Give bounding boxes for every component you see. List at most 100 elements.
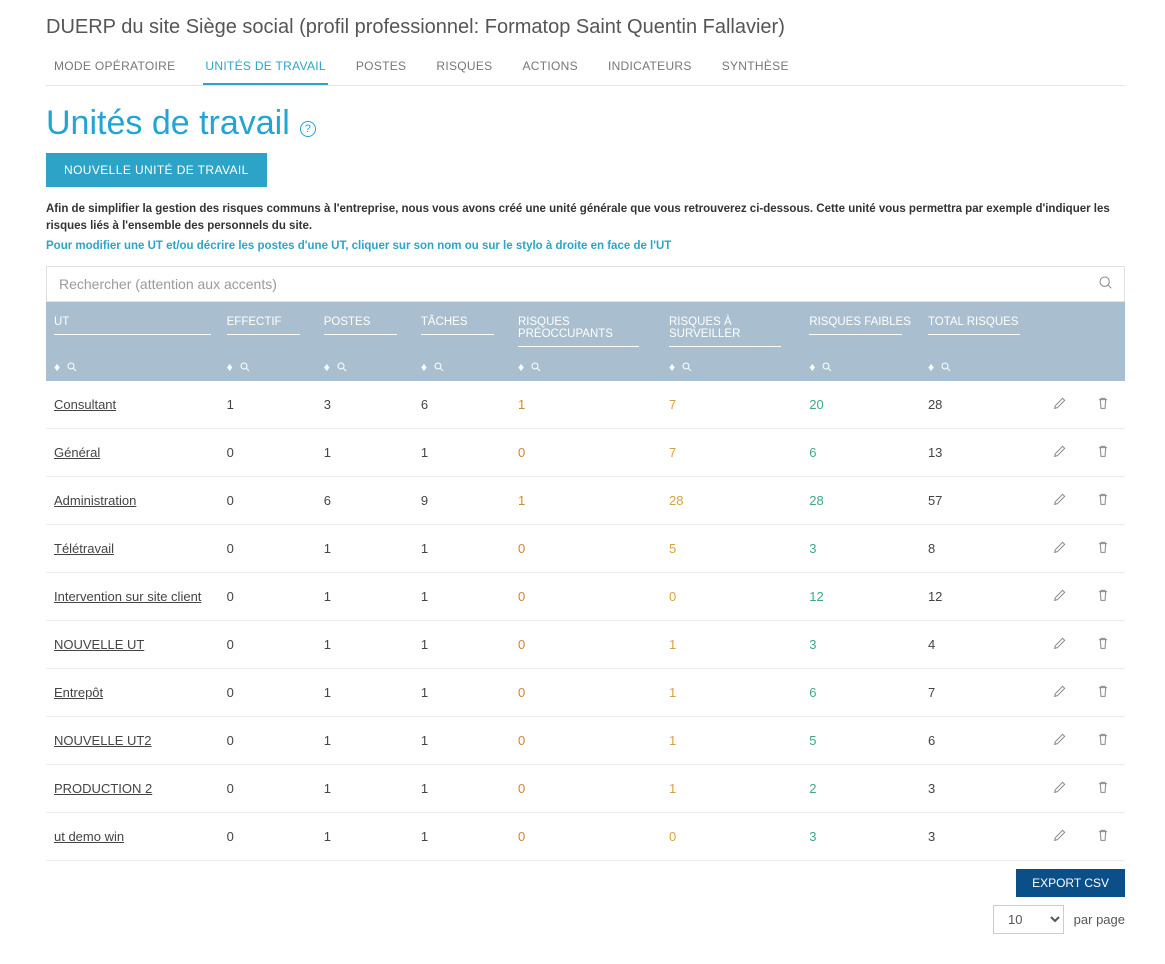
cell-postes: 3 (316, 381, 413, 429)
cell-surveiller: 1 (661, 765, 801, 813)
sort-icon[interactable]: ♦ (227, 361, 233, 373)
edit-icon[interactable] (1052, 447, 1068, 462)
unit-link[interactable]: NOUVELLE UT2 (54, 733, 152, 748)
column-search-icon[interactable] (681, 361, 693, 373)
unit-link[interactable]: Général (54, 445, 100, 460)
cell-preoccupants: 0 (510, 813, 661, 861)
page-size-select[interactable]: 10 (993, 905, 1064, 934)
cell-postes: 1 (316, 669, 413, 717)
sort-icon[interactable]: ♦ (809, 361, 815, 373)
tab-indicateurs[interactable]: INDICATEURS (606, 49, 694, 85)
column-search-icon[interactable] (336, 361, 348, 373)
cell-taches: 1 (413, 813, 510, 861)
cell-total: 7 (920, 669, 1039, 717)
delete-icon[interactable] (1095, 783, 1111, 798)
edit-icon[interactable] (1052, 495, 1068, 510)
cell-surveiller: 7 (661, 381, 801, 429)
cell-postes: 1 (316, 573, 413, 621)
cell-effectif: 0 (219, 477, 316, 525)
tab-unit-s-de-travail[interactable]: UNITÉS DE TRAVAIL (203, 49, 327, 85)
delete-icon[interactable] (1095, 831, 1111, 846)
edit-icon[interactable] (1052, 687, 1068, 702)
cell-effectif: 0 (219, 813, 316, 861)
delete-icon[interactable] (1095, 735, 1111, 750)
edit-icon[interactable] (1052, 783, 1068, 798)
cell-postes: 6 (316, 477, 413, 525)
sort-icon[interactable]: ♦ (421, 361, 427, 373)
edit-icon[interactable] (1052, 735, 1068, 750)
edit-icon[interactable] (1052, 543, 1068, 558)
cell-faibles: 20 (801, 381, 920, 429)
edit-icon[interactable] (1052, 831, 1068, 846)
delete-icon[interactable] (1095, 591, 1111, 606)
delete-icon[interactable] (1095, 687, 1111, 702)
column-search-icon[interactable] (940, 361, 952, 373)
col-header: RISQUES FAIBLES♦ (801, 302, 920, 381)
column-search-icon[interactable] (821, 361, 833, 373)
sort-icon[interactable]: ♦ (669, 361, 675, 373)
column-search-icon[interactable] (239, 361, 251, 373)
new-unit-button[interactable]: NOUVELLE UNITÉ DE TRAVAIL (46, 153, 267, 187)
col-header: POSTES♦ (316, 302, 413, 381)
tab-mode-op-ratoire[interactable]: MODE OPÉRATOIRE (52, 49, 177, 85)
cell-faibles: 28 (801, 477, 920, 525)
unit-link[interactable]: Télétravail (54, 541, 114, 556)
unit-link[interactable]: Entrepôt (54, 685, 103, 700)
tab-postes[interactable]: POSTES (354, 49, 408, 85)
delete-icon[interactable] (1095, 399, 1111, 414)
edit-icon[interactable] (1052, 399, 1068, 414)
cell-preoccupants: 1 (510, 477, 661, 525)
column-search-icon[interactable] (530, 361, 542, 373)
search-input[interactable] (57, 275, 1098, 293)
search-icon[interactable] (1098, 275, 1114, 294)
delete-icon[interactable] (1095, 639, 1111, 654)
pager: 10 par page (993, 905, 1125, 934)
cell-effectif: 0 (219, 717, 316, 765)
col-header: EFFECTIF♦ (219, 302, 316, 381)
cell-effectif: 0 (219, 429, 316, 477)
cell-faibles: 3 (801, 813, 920, 861)
cell-taches: 1 (413, 717, 510, 765)
per-page-label: par page (1074, 912, 1125, 927)
tab-synth-se[interactable]: SYNTHÈSE (720, 49, 791, 85)
tab-risques[interactable]: RISQUES (434, 49, 494, 85)
table-row: NOUVELLE UT0110134 (46, 621, 1125, 669)
cell-total: 12 (920, 573, 1039, 621)
unit-link[interactable]: Intervention sur site client (54, 589, 201, 604)
cell-postes: 1 (316, 813, 413, 861)
table-row: Administration0691282857 (46, 477, 1125, 525)
cell-taches: 1 (413, 429, 510, 477)
sort-icon[interactable]: ♦ (518, 361, 524, 373)
export-csv-button[interactable]: EXPORT CSV (1016, 869, 1125, 897)
sort-icon[interactable]: ♦ (928, 361, 934, 373)
delete-icon[interactable] (1095, 495, 1111, 510)
table-row: Intervention sur site client011001212 (46, 573, 1125, 621)
cell-preoccupants: 0 (510, 525, 661, 573)
hint-link[interactable]: Pour modifier une UT et/ou décrire les p… (46, 240, 1125, 252)
cell-total: 3 (920, 813, 1039, 861)
unit-link[interactable]: Administration (54, 493, 136, 508)
delete-icon[interactable] (1095, 543, 1111, 558)
help-icon[interactable]: ? (300, 121, 316, 137)
cell-taches: 1 (413, 573, 510, 621)
sort-icon[interactable]: ♦ (324, 361, 330, 373)
edit-icon[interactable] (1052, 591, 1068, 606)
unit-link[interactable]: NOUVELLE UT (54, 637, 144, 652)
unit-link[interactable]: ut demo win (54, 829, 124, 844)
delete-icon[interactable] (1095, 447, 1111, 462)
col-header: UT♦ (46, 302, 219, 381)
column-search-icon[interactable] (433, 361, 445, 373)
cell-preoccupants: 0 (510, 573, 661, 621)
cell-postes: 1 (316, 429, 413, 477)
unit-link[interactable]: Consultant (54, 397, 116, 412)
edit-icon[interactable] (1052, 639, 1068, 654)
unit-link[interactable]: PRODUCTION 2 (54, 781, 152, 796)
cell-total: 28 (920, 381, 1039, 429)
sort-icon[interactable]: ♦ (54, 361, 60, 373)
tab-actions[interactable]: ACTIONS (520, 49, 579, 85)
table-row: ut demo win0110033 (46, 813, 1125, 861)
cell-total: 3 (920, 765, 1039, 813)
cell-preoccupants: 0 (510, 717, 661, 765)
column-search-icon[interactable] (66, 361, 78, 373)
cell-surveiller: 1 (661, 717, 801, 765)
